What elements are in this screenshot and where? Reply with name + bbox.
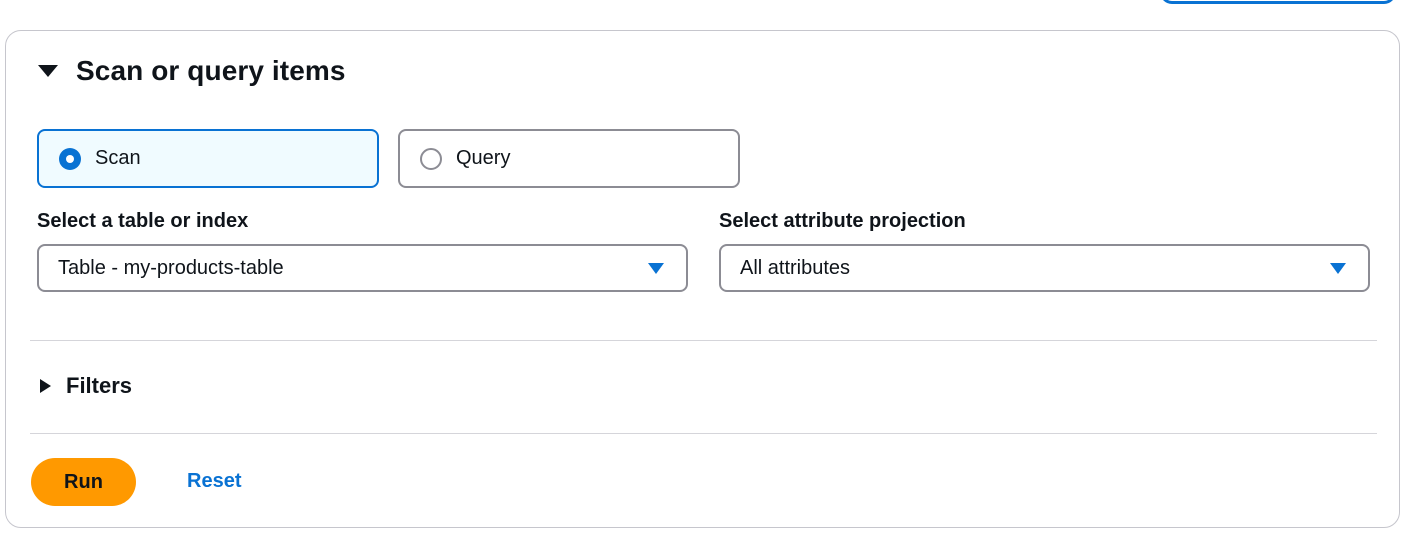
query-label: Query [456,147,511,169]
projection-select[interactable]: All attributes [719,244,1370,292]
divider [30,340,1377,341]
scan-radio-tile[interactable]: Scan [37,129,379,188]
filters-toggle[interactable]: Filters [40,373,132,399]
caret-right-icon [40,379,51,393]
table-select[interactable]: Table - my-products-table [37,244,688,292]
scan-label: Scan [95,147,141,169]
divider [30,433,1377,434]
radio-unselected-icon[interactable] [420,147,442,170]
section-title: Scan or query items [76,55,346,86]
table-select-value: Table - my-products-table [58,256,284,279]
table-select-label: Select a table or index [37,210,249,232]
section-header-toggle[interactable]: Scan or query items [38,55,346,87]
reset-link[interactable]: Reset [187,470,241,493]
radio-selected-icon[interactable] [59,147,81,170]
query-radio-tile[interactable]: Query [398,129,740,188]
caret-down-icon [648,263,664,274]
projection-select-label: Select attribute projection [719,210,966,232]
scan-query-panel: Scan or query items Scan Query Select a … [5,30,1400,528]
run-button[interactable]: Run [31,458,136,506]
filters-label: Filters [66,373,133,398]
caret-down-icon [1330,263,1346,274]
partial-button-above[interactable] [1160,0,1396,4]
caret-down-icon [38,65,58,77]
projection-select-value: All attributes [740,256,851,279]
